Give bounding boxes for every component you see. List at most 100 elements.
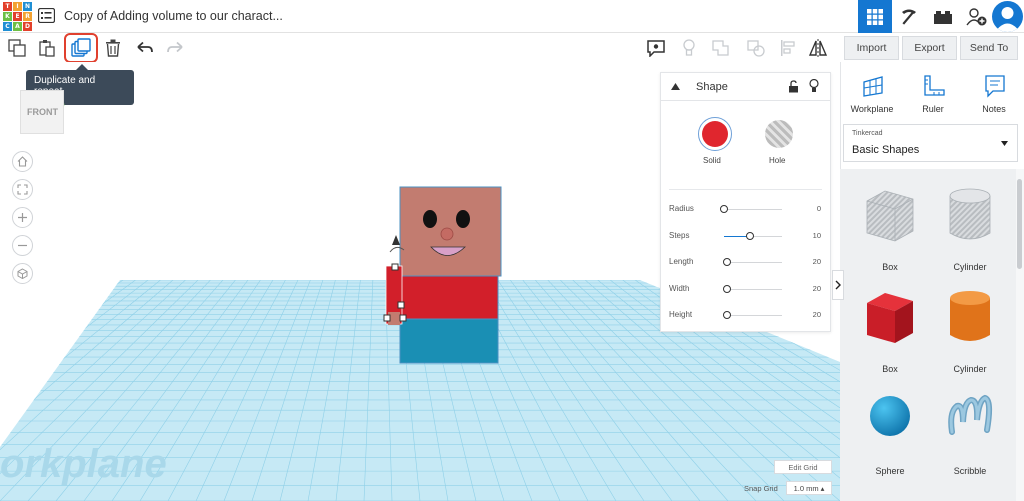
trash-icon — [106, 39, 120, 57]
ruler-icon — [924, 75, 945, 96]
shape-cylinder-hole[interactable]: Cylinder — [930, 184, 1010, 280]
align-button[interactable] — [775, 36, 801, 60]
ungroup-button[interactable] — [743, 36, 769, 60]
property-value[interactable]: 20 — [813, 310, 821, 319]
resize-handle[interactable] — [399, 314, 407, 322]
lock-icon[interactable] — [788, 80, 799, 93]
cylinder-icon — [950, 291, 990, 341]
bricks-button[interactable] — [926, 0, 960, 33]
slider-track[interactable] — [724, 315, 782, 316]
shape-scribble[interactable]: Scribble — [930, 388, 1010, 484]
slider-track[interactable] — [724, 262, 782, 263]
property-steps: Steps 10 — [669, 230, 821, 244]
workplane-tool[interactable]: Workplane — [847, 72, 897, 116]
send-to-button[interactable]: Send To — [960, 36, 1018, 60]
cube-view-icon — [17, 268, 28, 279]
import-button[interactable]: Import — [844, 36, 899, 60]
category-name: Basic Shapes — [852, 144, 920, 156]
delete-button[interactable] — [100, 36, 126, 60]
edit-toolbar — [0, 33, 840, 63]
logo-letter: C — [3, 22, 12, 31]
red-box[interactable] — [399, 274, 499, 320]
avatar[interactable] — [992, 1, 1023, 32]
property-value[interactable]: 10 — [813, 231, 821, 240]
workplane-tool-label: Workplane — [850, 104, 894, 114]
user-add-icon — [966, 7, 987, 25]
blue-box[interactable] — [399, 316, 499, 364]
property-radius: Radius 0 — [669, 203, 821, 217]
zoom-out-button[interactable] — [12, 235, 33, 256]
snap-grid-select[interactable]: 1.0 mm ▴ — [786, 481, 832, 495]
scrollbar-thumb[interactable] — [1017, 179, 1022, 269]
ruler-tool[interactable]: Ruler — [908, 72, 958, 116]
character-model[interactable] — [383, 186, 502, 364]
shape-cylinder[interactable]: Cylinder — [930, 286, 1010, 382]
show-all-button[interactable] — [676, 36, 702, 60]
panel-collapse-toggle[interactable] — [832, 270, 844, 300]
ruler-tool-label: Ruler — [922, 104, 944, 114]
view-cube[interactable]: FRONT — [20, 90, 64, 134]
shape-box[interactable]: Box — [850, 286, 930, 382]
user-avatar-icon — [995, 7, 1020, 32]
invite-user-button[interactable] — [960, 0, 994, 33]
undo-button[interactable] — [132, 36, 158, 60]
edit-grid-button[interactable]: Edit Grid — [774, 460, 832, 474]
slider-knob[interactable] — [722, 284, 731, 293]
slider-knob[interactable] — [720, 205, 728, 213]
design-title[interactable]: Copy of Adding volume to our charact... — [64, 9, 283, 23]
lift-arrow-icon[interactable] — [392, 235, 400, 245]
resize-handle[interactable] — [383, 314, 391, 322]
group-button[interactable] — [708, 36, 734, 60]
view-cube-label: FRONT — [27, 107, 58, 117]
property-value[interactable]: 20 — [813, 284, 821, 293]
shape-box-hole[interactable]: Box — [850, 184, 930, 280]
resize-handle[interactable] — [397, 301, 405, 309]
slider-knob[interactable] — [722, 258, 731, 266]
slider-knob[interactable] — [746, 231, 755, 240]
group-icon — [712, 40, 729, 56]
slider-track[interactable] — [724, 209, 782, 210]
hole-button[interactable] — [765, 120, 793, 148]
collapse-icon[interactable] — [671, 83, 680, 90]
mirror-icon — [808, 39, 828, 57]
inspector-title: Shape — [696, 81, 728, 93]
paste-button[interactable] — [34, 36, 60, 60]
shape-label: Cylinder — [953, 364, 987, 374]
property-value[interactable]: 0 — [817, 204, 821, 213]
divider — [669, 189, 822, 190]
category-source: Tinkercad — [852, 130, 883, 137]
slider-knob[interactable] — [722, 311, 731, 319]
solid-button[interactable] — [698, 117, 732, 151]
resize-handle[interactable] — [391, 263, 399, 271]
shape-inspector: Shape Solid Hole Radius 0 Steps 10 Length 20 W… — [660, 72, 831, 332]
redo-button[interactable] — [162, 36, 188, 60]
shape-sphere[interactable]: Sphere — [850, 388, 930, 484]
lightbulb-icon[interactable] — [809, 79, 819, 93]
copy-button[interactable] — [4, 36, 30, 60]
property-height: Height 20 — [669, 309, 821, 323]
shape-library-scrollbar[interactable] — [1016, 169, 1024, 501]
slider-track[interactable] — [724, 288, 782, 290]
mirror-button[interactable] — [805, 36, 831, 60]
orthographic-button[interactable] — [12, 263, 33, 284]
shape-category-select[interactable]: Tinkercad Basic Shapes — [843, 124, 1018, 162]
pickaxe-button[interactable] — [892, 0, 926, 33]
shape-library: Box Cylinder Box Cylinder Sphere Scribbl… — [840, 169, 1016, 501]
duplicate-button[interactable] — [64, 33, 98, 63]
duplicate-icon — [71, 38, 91, 57]
logo-letter: D — [23, 22, 32, 31]
copy-icon — [8, 39, 26, 57]
paste-icon — [39, 40, 55, 57]
design-list-icon[interactable] — [38, 8, 55, 23]
property-value[interactable]: 20 — [813, 257, 821, 266]
export-button[interactable]: Export — [902, 36, 957, 60]
align-icon — [781, 40, 795, 56]
3d-view-button[interactable] — [858, 0, 892, 33]
zoom-in-button[interactable] — [12, 207, 33, 228]
fit-view-button[interactable] — [12, 179, 33, 200]
notes-tool[interactable]: Notes — [969, 72, 1019, 116]
tinkercad-logo[interactable]: TIN KER CAD — [3, 2, 32, 31]
home-view-button[interactable] — [12, 151, 33, 172]
notes-toggle-button[interactable] — [643, 36, 669, 60]
property-width: Width 20 — [669, 283, 821, 297]
